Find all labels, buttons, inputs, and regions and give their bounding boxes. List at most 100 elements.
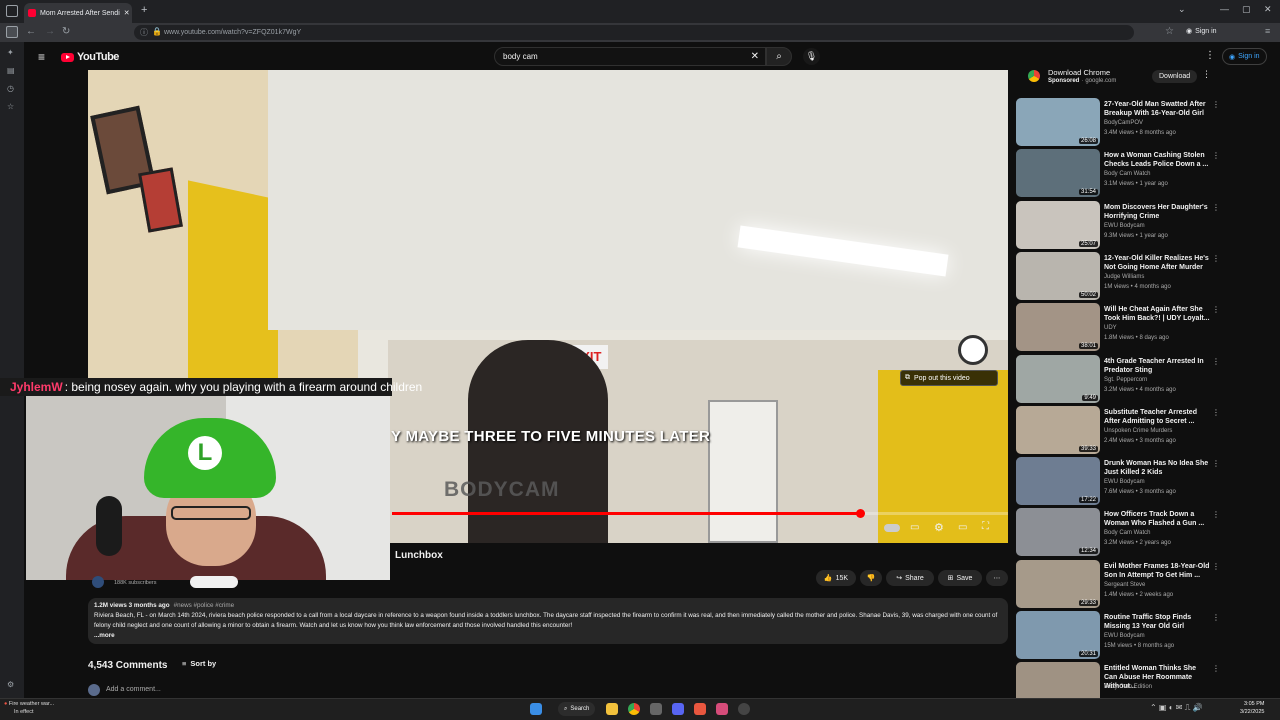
more-options-icon[interactable]: ⋮ xyxy=(1212,613,1220,622)
more-options-icon[interactable]: ⋮ xyxy=(1212,510,1220,519)
video-thumbnail[interactable]: 12:34 xyxy=(1016,508,1100,557)
channel-name[interactable]: Unspoken Crime Murders xyxy=(1104,428,1172,434)
show-more-link[interactable]: ...more xyxy=(94,631,1002,641)
calculator-icon[interactable] xyxy=(650,703,662,715)
channel-name[interactable]: BodyCamPOV xyxy=(1104,120,1143,126)
back-arrow-icon[interactable]: ← xyxy=(26,26,36,37)
close-window-icon[interactable]: ✕ xyxy=(1264,4,1272,15)
channel-avatar[interactable] xyxy=(92,576,104,588)
recommended-video[interactable]: 29:33 Evil Mother Frames 18-Year-Old Son … xyxy=(1016,559,1221,608)
video-thumbnail[interactable]: 25:07 xyxy=(1016,200,1100,249)
add-comment-input[interactable]: Add a comment... xyxy=(106,686,161,693)
recommended-video[interactable]: 12:34 How Officers Track Down a Woman Who… xyxy=(1016,508,1221,557)
video-title[interactable]: Mom Discovers Her Daughter's Horrifying … xyxy=(1104,203,1210,221)
bookmark-star-icon[interactable]: ☆ xyxy=(1165,26,1174,37)
ad-more-icon[interactable]: ⋮ xyxy=(1202,69,1211,80)
video-description[interactable]: 1.2M views 3 months ago #news #police #c… xyxy=(88,598,1008,644)
recommended-video[interactable]: 39:33 Substitute Teacher Arrested After A… xyxy=(1016,405,1221,454)
channel-name[interactable]: UDY xyxy=(1104,325,1117,331)
more-options-icon[interactable]: ⋮ xyxy=(1212,305,1220,314)
video-thumbnail[interactable]: 9:49 xyxy=(1016,354,1100,403)
sort-comments-button[interactable]: ≡ Sort by xyxy=(182,659,216,668)
recommended-video[interactable]: 50:02 12-Year-Old Killer Realizes He's No… xyxy=(1016,251,1221,300)
autoplay-toggle-icon[interactable] xyxy=(884,524,900,532)
video-title[interactable]: 27-Year-Old Man Swatted After Breakup Wi… xyxy=(1104,100,1210,118)
settings-icon[interactable]: ⚙ xyxy=(934,521,944,534)
more-options-icon[interactable]: ⋮ xyxy=(1205,50,1215,61)
channel-name[interactable]: Body Cam Watch xyxy=(1104,171,1150,177)
recommended-video[interactable]: 17:22 Drunk Woman Has No Idea She Just Ki… xyxy=(1016,457,1221,506)
more-options-icon[interactable]: ⋮ xyxy=(1212,254,1220,263)
video-thumbnail[interactable]: 39:33 xyxy=(1016,405,1100,454)
video-thumbnail[interactable]: 17:22 xyxy=(1016,457,1100,506)
system-tray[interactable]: ⌃ ▣ ◐ ✉ ⎍ 🔊 xyxy=(1150,703,1202,713)
search-input[interactable]: body cam ✕ xyxy=(494,47,766,66)
taskbar-search[interactable]: ⌕ Search xyxy=(558,702,596,716)
chrome-taskbar-icon[interactable] xyxy=(628,703,640,715)
weather-widget[interactable]: ● Fire weather war... In effect xyxy=(4,700,54,716)
sponsored-ad[interactable]: Download Chrome Sponsored · google.com Do… xyxy=(1016,66,1216,90)
more-options-icon[interactable]: ⋮ xyxy=(1212,459,1220,468)
browser-profile-button[interactable]: ◉ Sign in xyxy=(1186,27,1217,36)
channel-name[interactable]: Judge Williams xyxy=(1104,274,1144,280)
app-icon[interactable] xyxy=(694,703,706,715)
channel-name[interactable]: Sergeant Steve xyxy=(1104,582,1145,588)
recommended-video[interactable]: 38:01 Will He Cheat Again After She Took … xyxy=(1016,303,1221,352)
discord-icon[interactable] xyxy=(672,703,684,715)
windows-start-icon[interactable] xyxy=(530,703,542,715)
youtube-logo[interactable]: YouTube xyxy=(61,51,119,63)
video-title[interactable]: How a Woman Cashing Stolen Checks Leads … xyxy=(1104,151,1210,169)
save-button[interactable]: ⊞ Save xyxy=(938,570,982,586)
video-thumbnail[interactable]: 29:33 xyxy=(1016,559,1100,608)
video-title[interactable]: Drunk Woman Has No Idea She Just Killed … xyxy=(1104,459,1210,477)
like-button[interactable]: 👍 15K xyxy=(816,570,856,586)
sidebar-icon[interactable] xyxy=(6,26,18,38)
more-options-icon[interactable]: ⋮ xyxy=(1212,151,1220,160)
fullscreen-icon[interactable]: ⛶ xyxy=(982,521,989,532)
browser-tab-active[interactable]: Mom Arrested After Sendi ✕ xyxy=(24,3,132,23)
settings-gear-icon[interactable]: ⚙ xyxy=(7,680,14,689)
more-options-icon[interactable]: ⋮ xyxy=(1212,357,1220,366)
collections-icon[interactable]: ▤ xyxy=(7,66,15,75)
ad-download-button[interactable]: Download xyxy=(1152,70,1198,83)
video-progress-bar[interactable] xyxy=(392,509,1008,518)
file-explorer-icon[interactable] xyxy=(606,703,618,715)
more-options-icon[interactable]: ⋮ xyxy=(1212,100,1220,109)
recommended-video[interactable]: 26:08 27-Year-Old Man Swatted After Break… xyxy=(1016,98,1221,146)
youtube-sign-in-button[interactable]: ◉ Sign in xyxy=(1222,48,1267,65)
theater-mode-icon[interactable]: ▭ xyxy=(958,522,967,533)
history-icon[interactable]: ◷ xyxy=(7,84,14,93)
more-options-icon[interactable]: ⋮ xyxy=(1212,664,1220,673)
channel-name[interactable]: EWU Bodycam xyxy=(1104,223,1145,229)
recommended-video[interactable]: 20:31 Routine Traffic Stop Finds Missing … xyxy=(1016,611,1221,659)
more-options-icon[interactable]: ⋮ xyxy=(1212,562,1220,571)
more-actions-button[interactable]: ⋯ xyxy=(986,570,1008,586)
info-icon[interactable]: ⓘ xyxy=(140,27,148,38)
channel-name[interactable]: Sgt. Peppercorn xyxy=(1104,377,1147,383)
search-button[interactable]: ⌕ xyxy=(766,47,792,66)
video-title[interactable]: 12-Year-Old Killer Realizes He's Not Goi… xyxy=(1104,254,1210,272)
video-title[interactable]: 4th Grade Teacher Arrested In Predator S… xyxy=(1104,357,1210,375)
video-thumbnail[interactable]: 38:01 xyxy=(1016,303,1100,352)
browser-sidebar-toggle[interactable] xyxy=(6,5,18,17)
video-title[interactable]: How Officers Track Down a Woman Who Flas… xyxy=(1104,510,1210,528)
browser-menu-icon[interactable]: ≡ xyxy=(1265,26,1270,36)
video-title[interactable]: Routine Traffic Stop Finds Missing 13 Ye… xyxy=(1104,613,1210,631)
video-title[interactable]: Evil Mother Frames 18-Year-Old Son In At… xyxy=(1104,562,1210,580)
recommended-video[interactable]: 25:07 Mom Discovers Her Daughter's Horrif… xyxy=(1016,200,1221,249)
video-thumbnail[interactable]: 20:31 xyxy=(1016,611,1100,659)
video-thumbnail[interactable]: 50:02 xyxy=(1016,251,1100,300)
recommended-video[interactable]: 9:49 4th Grade Teacher Arrested In Predat… xyxy=(1016,354,1221,403)
tab-close-icon[interactable]: ✕ xyxy=(124,9,130,17)
extensions-icon[interactable]: ✦ xyxy=(7,48,14,57)
share-button[interactable]: ↪ Share xyxy=(886,570,934,586)
hamburger-icon[interactable]: ≡ xyxy=(38,50,45,64)
hashtags[interactable]: #news #police #crime xyxy=(174,601,235,611)
pop-out-video-button[interactable]: ⧉ Pop out this video xyxy=(900,370,998,386)
address-bar[interactable]: ⓘ 🔒 www.youtube.com/watch?v=ZFQZ01k7WgY xyxy=(134,25,1134,40)
obs-icon[interactable] xyxy=(738,703,750,715)
more-options-icon[interactable]: ⋮ xyxy=(1212,203,1220,212)
mic-icon[interactable]: 🎙 xyxy=(803,48,820,65)
video-title[interactable]: Will He Cheat Again After She Took Him B… xyxy=(1104,305,1210,323)
video-title[interactable]: Substitute Teacher Arrested After Admitt… xyxy=(1104,408,1210,426)
